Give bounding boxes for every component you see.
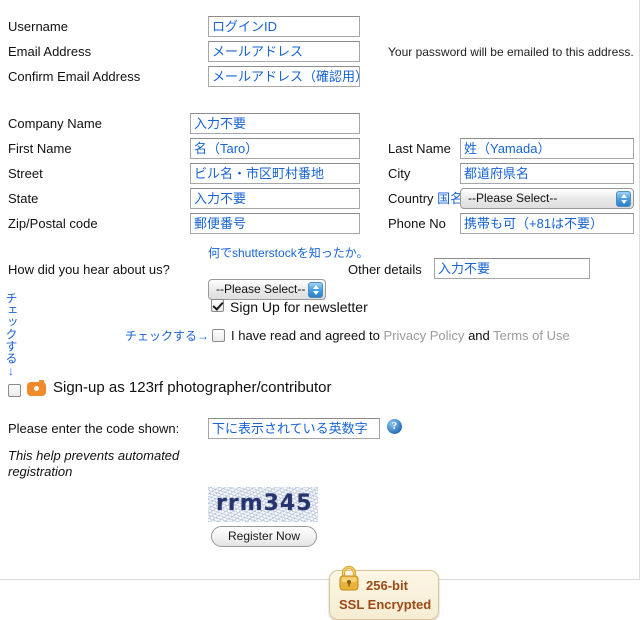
checkbox-box: [211, 299, 224, 312]
other-details-label: Other details: [348, 262, 422, 277]
field-label: Last Name: [388, 141, 451, 156]
camera-icon: [27, 380, 46, 396]
field-label: Street: [8, 166, 43, 181]
agree-annotation: チェックする→: [125, 329, 210, 343]
field-input[interactable]: 郵便番号: [190, 213, 360, 234]
field-label: Phone No: [388, 216, 446, 231]
agree-checkbox[interactable]: [212, 328, 225, 343]
field-label: State: [8, 191, 39, 206]
field-label: Zip/Postal code: [8, 216, 98, 231]
captcha-help-line1: This help prevents automated: [8, 448, 180, 463]
question-mark-icon[interactable]: ?: [387, 419, 402, 434]
field-input[interactable]: 都道府県名: [460, 163, 634, 184]
field-input[interactable]: ログインID: [208, 16, 360, 37]
chevron-updown-icon: [616, 191, 631, 207]
captcha-help-text: This help prevents automated registratio…: [8, 448, 179, 480]
agree-text: I have read and agreed to Privacy Policy…: [231, 328, 570, 344]
field-label: First Name: [8, 141, 72, 156]
captcha-input[interactable]: 下に表示されている英数字: [208, 418, 380, 439]
hear-about-select[interactable]: --Please Select--: [208, 279, 326, 300]
field-input[interactable]: 入力不要: [190, 188, 360, 209]
terms-of-use-link[interactable]: Terms of Use: [493, 328, 570, 343]
country-label: Country 国名: [388, 191, 464, 206]
country-select-value: --Please Select--: [468, 191, 558, 205]
other-details-input[interactable]: 入力不要: [434, 258, 590, 279]
checkbox-box: [8, 384, 21, 397]
agree-and: and: [468, 328, 490, 343]
field-input[interactable]: メールアドレス: [208, 41, 360, 62]
field-label: Username: [8, 19, 68, 34]
captcha-image: rrm345: [208, 487, 318, 522]
field-input[interactable]: 携帯も可（+81は不要）: [460, 213, 634, 234]
chevron-updown-icon: [308, 282, 323, 298]
hear-about-annotation: 何でshutterstockを知ったか。: [208, 246, 369, 260]
photographer-label: Sign-up as 123rf photographer/contributo…: [53, 379, 332, 396]
field-label: Company Name: [8, 116, 102, 131]
padlock-icon: [339, 565, 359, 591]
hear-about-select-value: --Please Select--: [216, 282, 306, 296]
captcha-code-text: rrm345: [216, 491, 313, 516]
newsletter-checkbox[interactable]: [211, 298, 224, 313]
newsletter-label: Sign Up for newsletter: [230, 299, 368, 315]
password-note: Your password will be emailed to this ad…: [388, 45, 634, 59]
hear-about-label: How did you hear about us?: [8, 262, 170, 277]
field-label: Confirm Email Address: [8, 69, 141, 84]
photographer-checkbox[interactable]: [8, 383, 21, 398]
captcha-help-line2: registration: [8, 464, 73, 479]
agree-text-before: I have read and agreed to: [231, 328, 380, 343]
field-label: City: [388, 166, 411, 181]
field-label: Email Address: [8, 44, 92, 59]
field-input[interactable]: 名（Taro）: [190, 138, 360, 159]
privacy-policy-link[interactable]: Privacy Policy: [384, 328, 465, 343]
field-input[interactable]: ビル名・市区町村番地: [190, 163, 360, 184]
captcha-prompt: Please enter the code shown:: [8, 421, 180, 436]
ssl-badge: 256-bit SSL Encrypted: [329, 565, 439, 620]
country-select[interactable]: --Please Select--: [460, 188, 634, 209]
register-now-button[interactable]: Register Now: [211, 526, 318, 547]
checkbox-box: [212, 329, 225, 342]
field-input[interactable]: メールアドレス（確認用）: [208, 66, 360, 87]
field-input[interactable]: 入力不要: [190, 113, 360, 134]
ssl-line2: SSL Encrypted: [339, 597, 432, 612]
vertical-check-annotation: チェックする↓: [4, 292, 18, 378]
field-input[interactable]: 姓（Yamada）: [460, 138, 634, 159]
ssl-line1: 256-bit: [366, 578, 408, 593]
